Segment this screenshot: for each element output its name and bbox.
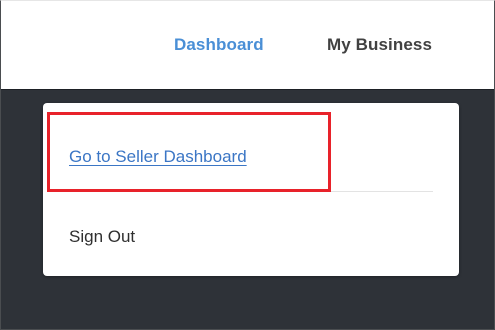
- nav-my-business-link[interactable]: My Business: [327, 35, 432, 55]
- highlight-annotation-box: [47, 112, 331, 192]
- sign-out-menu-item[interactable]: Sign Out: [69, 227, 135, 247]
- top-navigation-bar: Dashboard My Business: [1, 1, 494, 90]
- nav-dashboard-link[interactable]: Dashboard: [174, 35, 264, 55]
- app-window: Dashboard My Business Go to Seller Dashb…: [0, 0, 495, 330]
